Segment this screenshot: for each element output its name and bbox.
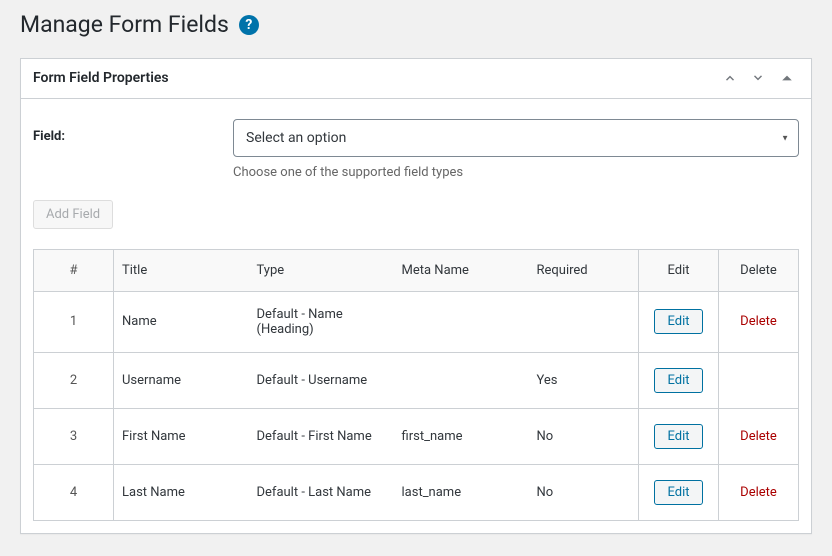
cell-meta: first_name: [394, 408, 529, 464]
cell-meta: [394, 352, 529, 408]
table-row: 3First NameDefault - First Namefirst_nam…: [34, 408, 799, 464]
cell-type: Default - Last Name: [249, 464, 394, 520]
cell-index: 3: [34, 408, 114, 464]
field-type-select[interactable]: Select an option: [233, 119, 799, 157]
cell-index: 1: [34, 291, 114, 352]
panel-title: Form Field Properties: [33, 70, 169, 86]
cell-required: No: [529, 408, 639, 464]
table-header-row: # Title Type Meta Name Required Edit Del…: [34, 249, 799, 291]
cell-edit: Edit: [639, 408, 719, 464]
cell-type: Default - Username: [249, 352, 394, 408]
th-edit: Edit: [639, 249, 719, 291]
cell-edit: Edit: [639, 352, 719, 408]
cell-required: [529, 291, 639, 352]
cell-index: 4: [34, 464, 114, 520]
field-type-description: Choose one of the supported field types: [233, 165, 799, 180]
th-index: #: [34, 249, 114, 291]
add-field-button: Add Field: [33, 200, 113, 229]
field-type-row: Field: Select an option ▼ Choose one of …: [33, 119, 799, 180]
cell-required: No: [529, 464, 639, 520]
cell-type: Default - First Name: [249, 408, 394, 464]
cell-delete: Delete: [719, 464, 799, 520]
th-meta: Meta Name: [394, 249, 529, 291]
cell-required: Yes: [529, 352, 639, 408]
edit-button[interactable]: Edit: [654, 309, 702, 334]
edit-button[interactable]: Edit: [654, 368, 702, 393]
th-title: Title: [114, 249, 249, 291]
cell-type: Default - Name (Heading): [249, 291, 394, 352]
cell-edit: Edit: [639, 464, 719, 520]
cell-index: 2: [34, 352, 114, 408]
th-type: Type: [249, 249, 394, 291]
form-field-properties-panel: Form Field Properties Field:: [20, 58, 812, 534]
cell-delete: Delete: [719, 408, 799, 464]
table-row: 4Last NameDefault - Last Namelast_nameNo…: [34, 464, 799, 520]
panel-handle-actions: [719, 66, 799, 90]
cell-meta: [394, 291, 529, 352]
help-icon[interactable]: ?: [239, 15, 259, 35]
cell-title: Name: [114, 291, 249, 352]
panel-header: Form Field Properties: [21, 59, 811, 99]
panel-body: Field: Select an option ▼ Choose one of …: [21, 99, 811, 533]
delete-link[interactable]: Delete: [740, 485, 777, 500]
th-required: Required: [529, 249, 639, 291]
table-row: 1NameDefault - Name (Heading) Edit Delete: [34, 291, 799, 352]
page-heading: Manage Form Fields ?: [20, 10, 812, 40]
cell-delete: Delete: [719, 291, 799, 352]
cell-delete: [719, 352, 799, 408]
edit-button[interactable]: Edit: [654, 424, 702, 449]
move-down-button[interactable]: [747, 67, 769, 89]
cell-meta: last_name: [394, 464, 529, 520]
th-delete: Delete: [719, 249, 799, 291]
delete-link[interactable]: Delete: [740, 314, 777, 329]
delete-link[interactable]: Delete: [740, 429, 777, 444]
table-row: 2UsernameDefault - Username Yes Edit: [34, 352, 799, 408]
field-label: Field:: [33, 119, 233, 144]
fields-table: # Title Type Meta Name Required Edit Del…: [33, 249, 799, 521]
edit-button[interactable]: Edit: [654, 480, 702, 505]
toggle-panel-button[interactable]: [775, 66, 799, 90]
cell-edit: Edit: [639, 291, 719, 352]
cell-title: First Name: [114, 408, 249, 464]
move-up-button[interactable]: [719, 67, 741, 89]
field-type-select-value: Select an option: [246, 130, 346, 146]
cell-title: Username: [114, 352, 249, 408]
cell-title: Last Name: [114, 464, 249, 520]
page-title: Manage Form Fields: [20, 10, 229, 40]
